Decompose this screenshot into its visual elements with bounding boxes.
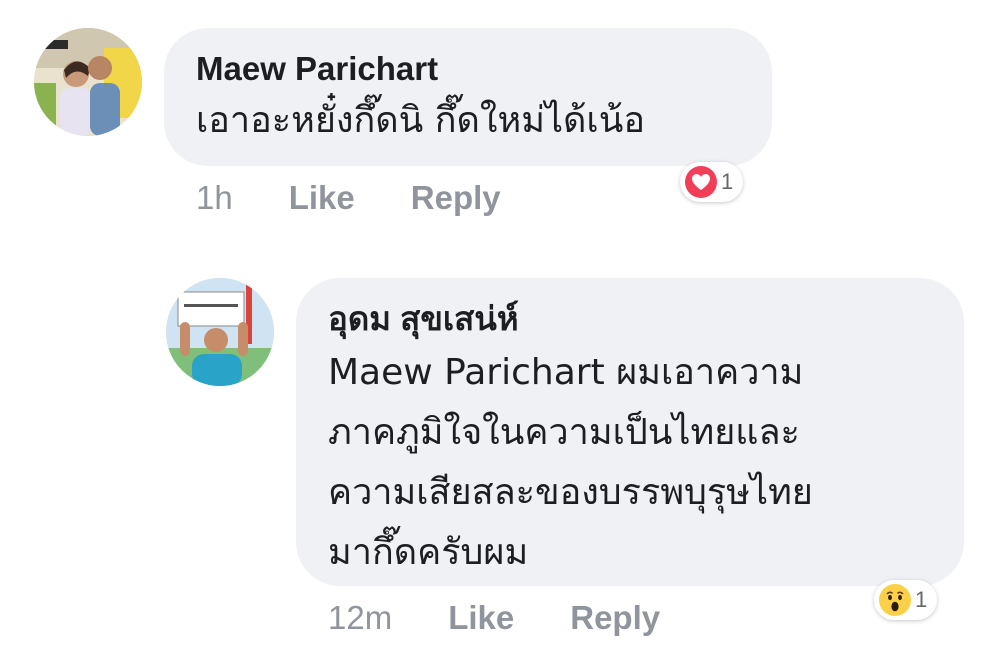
avatar[interactable] <box>166 278 274 386</box>
reaction-count: 1 <box>915 587 928 612</box>
reply-button[interactable]: Reply <box>411 179 501 217</box>
comment-bubble: อุดม สุขเสน่ห์ Maew Parichart ผมเอาความ … <box>296 278 964 586</box>
comment-text: เอาอะหยั๋งกึ๊ดนิ กึ๊ดใหม่ได้เน้อ <box>196 100 645 141</box>
reaction-badge[interactable]: 1 <box>680 162 744 202</box>
reaction-badge[interactable]: 1 <box>874 580 938 620</box>
avatar[interactable] <box>34 28 142 136</box>
reply-button[interactable]: Reply <box>570 599 660 637</box>
comment-bubble: Maew Parichart เอาอะหยั๋งกึ๊ดนิ กึ๊ดใหม่… <box>164 28 772 166</box>
comment-timestamp[interactable]: 1h <box>196 179 233 217</box>
heart-icon <box>685 166 717 198</box>
wow-face-icon <box>879 584 911 616</box>
comment-text-line: Maew Parichart ผมเอาความ <box>328 352 804 393</box>
profile-photo-icon <box>34 28 142 136</box>
comment-author[interactable]: อุดม สุขเสน่ห์ <box>328 302 964 335</box>
comment-actions: 12m Like Reply <box>328 598 660 638</box>
comment-text-line: มากึ๊ดครับผม <box>328 532 529 573</box>
comment-actions: 1h Like Reply <box>196 178 501 218</box>
comment-author[interactable]: Maew Parichart <box>196 52 772 85</box>
profile-photo-icon <box>166 278 274 386</box>
comment-text-line: ภาคภูมิใจในความเป็นไทยและ <box>328 412 800 453</box>
reaction-count: 1 <box>721 169 734 194</box>
comment-text-line: ความเสียสละของบรรพบุรุษไทย <box>328 472 813 513</box>
like-button[interactable]: Like <box>448 599 514 637</box>
comment-text: Maew Parichart ผมเอาความ ภาคภูมิใจในความ… <box>328 343 964 583</box>
like-button[interactable]: Like <box>289 179 355 217</box>
comment-timestamp[interactable]: 12m <box>328 599 392 637</box>
